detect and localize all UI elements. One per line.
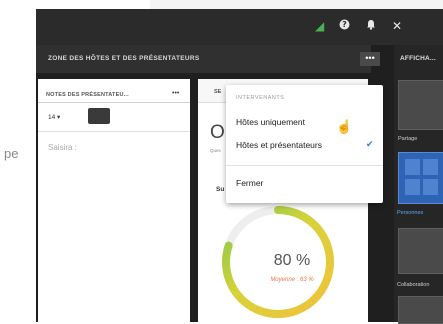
layout-cell	[405, 159, 420, 175]
layout-tile-collab[interactable]	[398, 228, 443, 274]
close-icon[interactable]: ✕	[392, 19, 402, 33]
svg-text:?: ?	[342, 20, 347, 29]
layout-panel-title: AFFICHA...	[400, 55, 436, 62]
layout-tile-share[interactable]	[398, 80, 443, 130]
notes-more-button[interactable]: •••	[172, 90, 179, 97]
notes-input[interactable]: Saisira :	[48, 143, 77, 152]
layout-label-collab: Collaboration	[397, 282, 430, 288]
menu-item-close[interactable]: Fermer	[236, 178, 263, 188]
poll-question-label: Ques	[210, 148, 221, 153]
text-color-button[interactable]	[88, 108, 110, 124]
divider	[38, 102, 190, 103]
menu-item-hosts-presenters[interactable]: Hôtes et présentateurs	[236, 140, 322, 150]
layout-cell	[423, 159, 438, 175]
zone-more-button[interactable]: •••	[360, 52, 380, 66]
gauge-value: 80 %	[273, 252, 311, 269]
page-edge-text: pe	[4, 146, 19, 161]
help-icon[interactable]: ?	[339, 19, 350, 33]
layout-cell	[423, 179, 438, 195]
menu-divider	[226, 165, 383, 166]
presenter-notes-panel	[38, 79, 190, 322]
top-background	[150, 0, 443, 9]
layout-label-people: Personnes	[397, 210, 424, 216]
divider	[38, 131, 190, 132]
menu-header: INTERVENANTS	[236, 95, 285, 101]
presenter-notes-title: NOTES DES PRÉSENTATEU...	[46, 92, 129, 98]
menu-item-hosts-only[interactable]: Hôtes uniquement	[236, 117, 305, 127]
layout-tile-people[interactable]	[398, 152, 443, 204]
layout-tile-more[interactable]	[398, 296, 443, 324]
top-bar	[36, 9, 443, 45]
signal-icon[interactable]: ◢	[315, 19, 324, 33]
layout-cell	[405, 179, 420, 195]
poll-panel-title: SE	[214, 89, 222, 95]
font-size-select[interactable]: 14 ▾	[48, 113, 60, 121]
hand-cursor-icon: ☝	[336, 119, 353, 134]
zone-title: ZONE DES HÔTES ET DES PRÉSENTATEURS	[48, 55, 200, 62]
layout-label-share: Partage	[398, 136, 418, 142]
poll-sub-label: Su	[216, 186, 225, 193]
checkmark-icon: ✔	[366, 139, 374, 149]
bell-icon[interactable]	[366, 19, 376, 33]
gauge-average: Moyenne : 63 %	[270, 277, 314, 283]
